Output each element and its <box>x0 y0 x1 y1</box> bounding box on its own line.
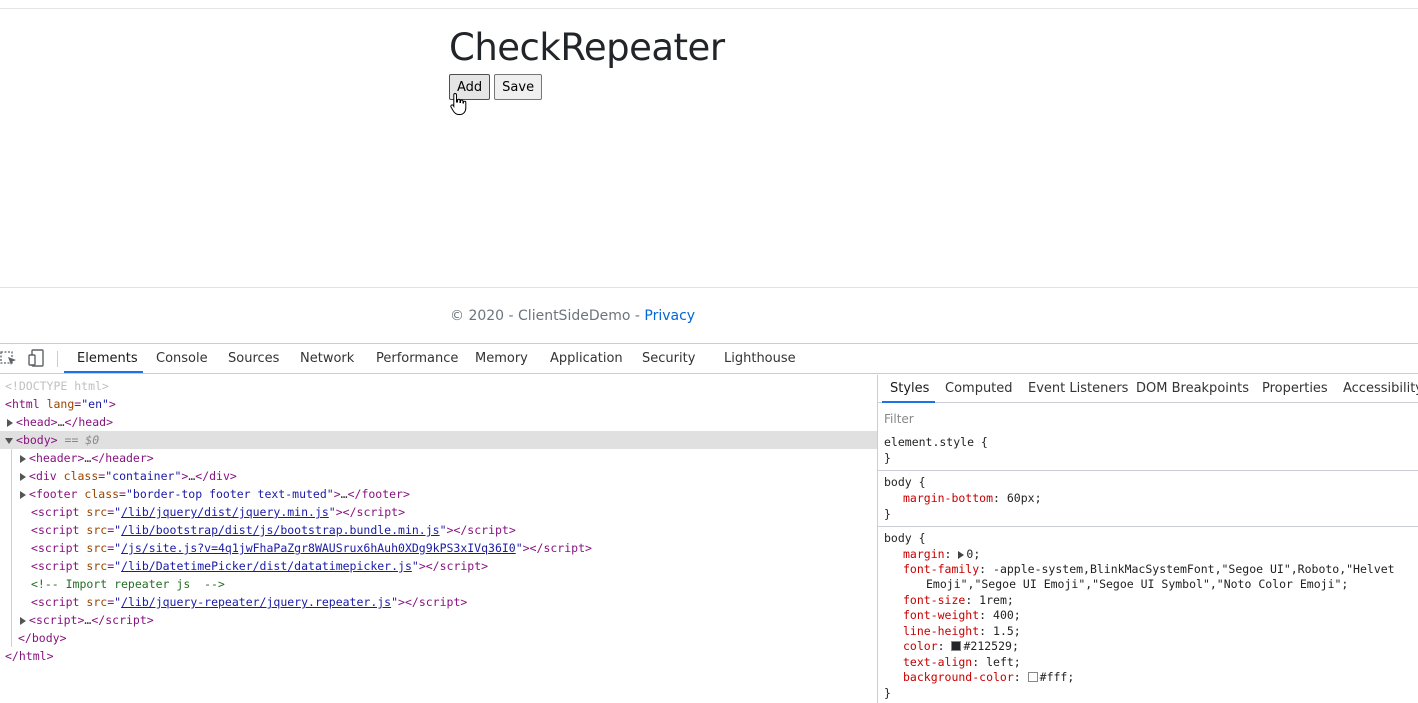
page-viewport: CheckRepeater Add Save © 2020 - ClientSi… <box>0 0 1418 343</box>
dom-line-script[interactable]: <script src="/lib/DatetimePicker/dist/da… <box>0 557 877 575</box>
css-declaration[interactable]: margin: 0; <box>884 547 980 563</box>
dom-line-script[interactable]: <script src="/js/site.js?v=4q1jwFhaPaZgr… <box>0 539 877 557</box>
expand-triangle-icon[interactable] <box>20 472 26 481</box>
dom-line-body-close[interactable]: </body> <box>0 629 877 647</box>
css-declaration[interactable]: text-align: left; <box>884 655 1021 671</box>
styles-pane: Styles Computed Event Listeners DOM Brea… <box>877 375 1418 703</box>
script-src-link[interactable]: /lib/DatetimePicker/dist/datatimepicker.… <box>121 559 412 573</box>
footer-text: © 2020 - ClientSideDemo - <box>450 308 645 324</box>
expand-shorthand-icon[interactable] <box>958 551 965 559</box>
rule-close-brace: } <box>884 507 891 521</box>
dom-line-head[interactable]: <head>…</head> <box>0 413 877 431</box>
dom-line-body[interactable]: <body> == $0 <box>0 431 877 449</box>
css-declaration[interactable]: font-weight: 400; <box>884 608 1021 624</box>
tab-memory[interactable]: Memory <box>475 344 528 373</box>
css-declaration[interactable]: font-size: 1rem; <box>884 593 1014 609</box>
tab-elements[interactable]: Elements <box>77 344 138 373</box>
tab-application[interactable]: Application <box>550 344 623 373</box>
rule-divider <box>878 470 1418 471</box>
tab-properties[interactable]: Properties <box>1262 375 1328 403</box>
color-swatch-icon[interactable] <box>1027 672 1038 682</box>
script-src-link[interactable]: /lib/jquery-repeater/jquery.repeater.js <box>121 595 391 609</box>
expand-triangle-icon[interactable] <box>20 490 26 499</box>
script-src-link[interactable]: /lib/jquery/dist/jquery.min.js <box>121 505 329 519</box>
devtools-tabbar: Elements Console Sources Network Perform… <box>0 344 1418 374</box>
rule-divider <box>878 526 1418 527</box>
css-declaration[interactable]: color: #212529; <box>884 639 1019 655</box>
expand-triangle-icon[interactable] <box>20 616 26 625</box>
save-button[interactable]: Save <box>494 74 543 100</box>
css-declaration-continuation: Emoji","Segoe UI Emoji","Segoe UI Symbol… <box>926 577 1349 591</box>
active-tab-indicator <box>64 371 143 373</box>
tab-sources[interactable]: Sources <box>228 344 279 373</box>
dom-line-html-close[interactable]: </html> <box>0 647 877 665</box>
dom-line-header[interactable]: <header>…</header> <box>0 449 877 467</box>
rule-body-selector[interactable]: body { <box>884 531 926 547</box>
dom-line-doctype[interactable]: <!DOCTYPE html> <box>0 377 877 395</box>
dom-line-script[interactable]: <script src="/lib/jquery-repeater/jquery… <box>0 593 877 611</box>
script-src-link[interactable]: /js/site.js?v=4q1jwFhaPaZgr8WAUSrux6hAuh… <box>121 541 516 555</box>
tab-security[interactable]: Security <box>642 344 695 373</box>
tab-performance[interactable]: Performance <box>376 344 458 373</box>
tab-computed[interactable]: Computed <box>945 375 1013 403</box>
dom-line-inline-script[interactable]: <script>…</script> <box>0 611 877 629</box>
dom-line-html[interactable]: <html lang="en"> <box>0 395 877 413</box>
expand-triangle-icon[interactable] <box>7 418 13 427</box>
script-src-link[interactable]: /lib/bootstrap/dist/js/bootstrap.bundle.… <box>121 523 440 537</box>
dom-line-footer[interactable]: <footer class="border-top footer text-mu… <box>0 485 877 503</box>
dom-line-comment[interactable]: <!-- Import repeater js --> <box>0 575 877 593</box>
hand-cursor-icon <box>450 92 467 115</box>
dom-line-container[interactable]: <div class="container">…</div> <box>0 467 877 485</box>
tab-lighthouse[interactable]: Lighthouse <box>724 344 796 373</box>
styles-filter-input[interactable] <box>884 410 1404 428</box>
css-declaration[interactable]: background-color: #fff; <box>884 670 1074 686</box>
rule-element-style-selector[interactable]: element.style { <box>884 435 988 451</box>
css-declaration[interactable]: margin-bottom: 60px; <box>884 491 1042 507</box>
inspect-element-icon[interactable] <box>0 349 18 367</box>
privacy-link[interactable]: Privacy <box>644 308 695 324</box>
page-title: CheckRepeater <box>449 26 725 69</box>
dom-line-script[interactable]: <script src="/lib/bootstrap/dist/js/boot… <box>0 521 877 539</box>
active-styles-tab-indicator <box>882 401 935 403</box>
expand-triangle-icon[interactable] <box>20 454 26 463</box>
devtools-panel: Elements Console Sources Network Perform… <box>0 343 1418 703</box>
collapse-triangle-icon[interactable] <box>5 437 13 444</box>
tab-event-listeners[interactable]: Event Listeners <box>1028 375 1128 403</box>
tab-console[interactable]: Console <box>156 344 208 373</box>
device-toolbar-icon[interactable] <box>28 349 46 367</box>
footer: © 2020 - ClientSideDemo - Privacy <box>450 308 695 324</box>
header-border <box>0 8 1418 9</box>
tab-styles[interactable]: Styles <box>890 375 929 403</box>
tab-network[interactable]: Network <box>300 344 354 373</box>
elements-tree: <!DOCTYPE html> <html lang="en"> <head>…… <box>0 375 877 703</box>
rule-close-brace: } <box>884 451 891 465</box>
tab-accessibility[interactable]: Accessibility <box>1343 375 1418 403</box>
rule-body-selector[interactable]: body { <box>884 475 926 491</box>
footer-border <box>0 287 1418 288</box>
dom-line-script[interactable]: <script src="/lib/jquery/dist/jquery.min… <box>0 503 877 521</box>
styles-tabbar: Styles Computed Event Listeners DOM Brea… <box>878 375 1418 403</box>
rule-close-brace: } <box>884 686 891 700</box>
css-declaration[interactable]: line-height: 1.5; <box>884 624 1021 640</box>
css-declaration[interactable]: font-family: -apple-system,BlinkMacSyste… <box>884 562 1395 578</box>
toolbar-separator <box>57 351 58 367</box>
tab-dom-breakpoints[interactable]: DOM Breakpoints <box>1136 375 1249 403</box>
color-swatch-icon[interactable] <box>951 641 962 651</box>
